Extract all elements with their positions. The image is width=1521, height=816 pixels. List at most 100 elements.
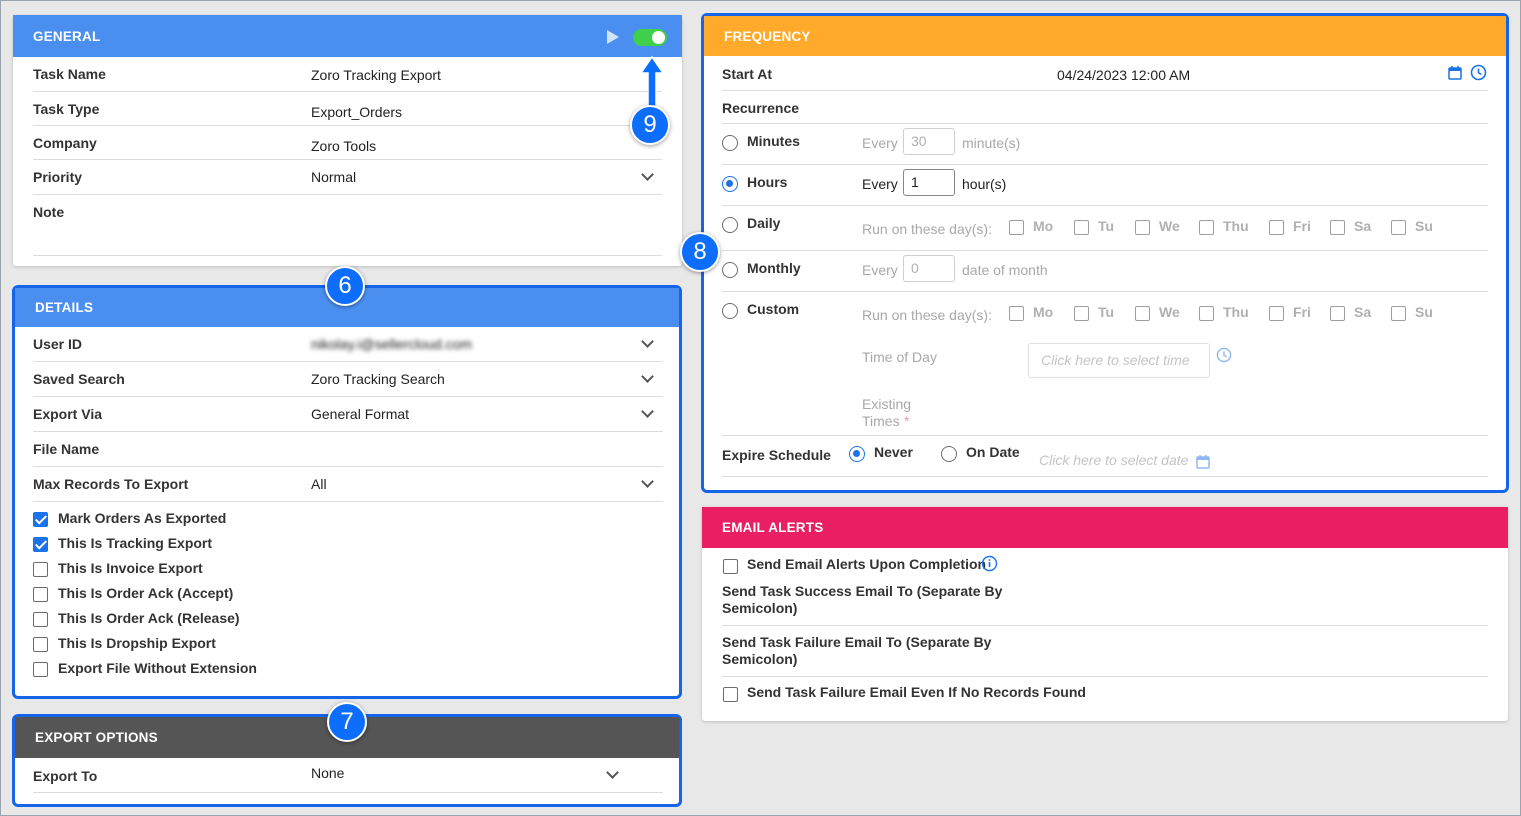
task-name-row: Task Name Zoro Tracking Export bbox=[33, 57, 662, 92]
custom-days: Mo Tu We Thu Fri Sa Su bbox=[1009, 304, 1489, 325]
daily-day-checkbox[interactable] bbox=[1074, 220, 1089, 235]
time-placeholder: Click here to select time bbox=[1041, 352, 1190, 368]
custom-day-checkbox[interactable] bbox=[1074, 306, 1089, 321]
user-id-row[interactable]: User ID nikolay.i@sellercloud.com bbox=[33, 327, 663, 362]
export-via-value[interactable]: General Format bbox=[311, 406, 409, 422]
file-name-row[interactable]: File Name bbox=[33, 432, 663, 467]
info-icon[interactable] bbox=[981, 555, 998, 572]
hours-input[interactable]: 1 bbox=[903, 169, 955, 196]
enable-toggle[interactable] bbox=[633, 29, 667, 46]
monthly-label: Monthly bbox=[747, 260, 801, 276]
callout-arrow bbox=[639, 55, 665, 113]
max-records-row[interactable]: Max Records To Export All bbox=[33, 467, 663, 502]
max-records-value[interactable]: All bbox=[311, 476, 327, 492]
time-picker-input[interactable]: Click here to select time bbox=[1028, 343, 1210, 378]
custom-radio[interactable] bbox=[722, 303, 738, 319]
custom-day-checkbox[interactable] bbox=[1269, 306, 1284, 321]
export-via-row[interactable]: Export Via General Format bbox=[33, 397, 663, 432]
never-radio[interactable] bbox=[849, 446, 865, 462]
custom-day-checkbox[interactable] bbox=[1391, 306, 1406, 321]
max-records-chevron-down-icon[interactable] bbox=[641, 475, 654, 488]
priority-label: Priority bbox=[33, 169, 83, 185]
divider bbox=[722, 476, 1488, 477]
daily-day-checkbox[interactable] bbox=[1269, 220, 1284, 235]
failure-no-records-checkbox[interactable] bbox=[723, 687, 738, 702]
saved-search-row[interactable]: Saved Search Zoro Tracking Search bbox=[33, 362, 663, 397]
task-type-label: Task Type bbox=[33, 101, 100, 117]
tracking-export-checkbox[interactable] bbox=[33, 537, 48, 552]
invoice-export-checkbox[interactable] bbox=[33, 562, 48, 577]
required-mark: * bbox=[904, 413, 910, 429]
priority-value[interactable]: Normal bbox=[311, 169, 356, 185]
dropship-export-label: This Is Dropship Export bbox=[58, 635, 216, 651]
monthly-input[interactable]: 0 bbox=[903, 255, 955, 282]
start-at-label: Start At bbox=[722, 66, 773, 82]
time-clock-icon[interactable] bbox=[1216, 347, 1232, 363]
user-id-chevron-down-icon[interactable] bbox=[641, 335, 654, 348]
daily-days: Mo Tu We Thu Fri Sa Su bbox=[1009, 218, 1489, 239]
daily-radio[interactable] bbox=[722, 217, 738, 233]
task-type-value[interactable]: Export_Orders bbox=[311, 104, 402, 120]
divider bbox=[722, 676, 1488, 677]
monthly-radio[interactable] bbox=[722, 262, 738, 278]
task-name-value[interactable]: Zoro Tracking Export bbox=[311, 67, 441, 83]
daily-day-label: Tu bbox=[1098, 218, 1115, 234]
custom-day-checkbox[interactable] bbox=[1009, 306, 1024, 321]
order-ack-release-checkbox[interactable] bbox=[33, 612, 48, 627]
export-via-chevron-down-icon[interactable] bbox=[641, 405, 654, 418]
priority-row[interactable]: Priority Normal bbox=[33, 160, 662, 195]
custom-day-label: Fri bbox=[1293, 304, 1311, 320]
general-header-title: GENERAL bbox=[33, 28, 101, 44]
user-id-value[interactable]: nikolay.i@sellercloud.com bbox=[311, 336, 472, 352]
company-value[interactable]: Zoro Tools bbox=[311, 138, 376, 154]
details-header-title: DETAILS bbox=[35, 300, 94, 315]
daily-day-checkbox[interactable] bbox=[1135, 220, 1150, 235]
custom-day-label: Sa bbox=[1354, 304, 1372, 320]
minutes-radio[interactable] bbox=[722, 135, 738, 151]
send-upon-completion-checkbox[interactable] bbox=[723, 559, 738, 574]
email-alerts-header-title: EMAIL ALERTS bbox=[722, 520, 824, 535]
note-row[interactable]: Note bbox=[33, 195, 662, 256]
general-card: GENERAL Task Name Zoro Tracking Export T… bbox=[13, 15, 682, 266]
daily-day-label: We bbox=[1159, 218, 1180, 234]
divider bbox=[722, 205, 1488, 206]
saved-search-chevron-down-icon[interactable] bbox=[641, 370, 654, 383]
mark-orders-exported-checkbox[interactable] bbox=[33, 512, 48, 527]
callout-badge-six: 6 bbox=[325, 266, 365, 306]
custom-day-checkbox[interactable] bbox=[1330, 306, 1345, 321]
date-calendar-icon[interactable] bbox=[1196, 454, 1210, 469]
custom-day-checkbox[interactable] bbox=[1199, 306, 1214, 321]
date-placeholder[interactable]: Click here to select date bbox=[1039, 452, 1188, 468]
export-to-row[interactable]: Export To None bbox=[33, 758, 663, 793]
clock-icon[interactable] bbox=[1470, 64, 1487, 81]
hours-radio[interactable] bbox=[722, 176, 738, 192]
failure-email-label-2: Semicolon) bbox=[722, 651, 798, 667]
divider bbox=[722, 123, 1488, 124]
mark-orders-exported-label: Mark Orders As Exported bbox=[58, 510, 227, 526]
daily-day-checkbox[interactable] bbox=[1199, 220, 1214, 235]
minutes-label: Minutes bbox=[747, 133, 800, 149]
task-name-label: Task Name bbox=[33, 66, 106, 82]
export-to-value[interactable]: None bbox=[311, 765, 344, 781]
dropship-export-checkbox[interactable] bbox=[33, 637, 48, 652]
minutes-input[interactable]: 30 bbox=[903, 128, 955, 155]
start-at-value[interactable]: 04/24/2023 12:00 AM bbox=[1057, 67, 1190, 83]
success-email-label: Send Task Success Email To (Separate By bbox=[722, 583, 1003, 599]
recurrence-label: Recurrence bbox=[722, 100, 800, 116]
custom-day-checkbox[interactable] bbox=[1135, 306, 1150, 321]
play-icon[interactable] bbox=[607, 30, 619, 44]
priority-chevron-down-icon[interactable] bbox=[641, 168, 654, 181]
daily-day-checkbox[interactable] bbox=[1009, 220, 1024, 235]
divider bbox=[722, 435, 1488, 436]
calendar-icon[interactable] bbox=[1448, 65, 1462, 80]
export-to-chevron-down-icon[interactable] bbox=[606, 766, 619, 779]
on-date-radio[interactable] bbox=[941, 446, 957, 462]
no-extension-checkbox[interactable] bbox=[33, 662, 48, 677]
custom-label: Custom bbox=[747, 301, 800, 317]
daily-day-checkbox[interactable] bbox=[1391, 220, 1406, 235]
email-alerts-card: EMAIL ALERTS Send Email Alerts Upon Comp… bbox=[702, 507, 1508, 721]
saved-search-value[interactable]: Zoro Tracking Search bbox=[311, 371, 445, 387]
callout-badge-nine: 9 bbox=[630, 105, 670, 145]
order-ack-accept-checkbox[interactable] bbox=[33, 587, 48, 602]
daily-day-checkbox[interactable] bbox=[1330, 220, 1345, 235]
